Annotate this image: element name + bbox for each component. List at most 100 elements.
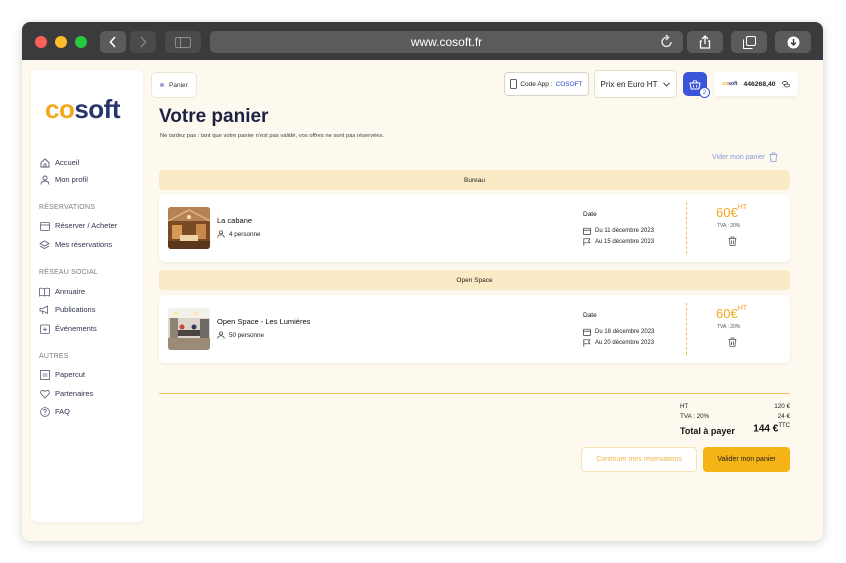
sidebar-item-reserver[interactable]: Réserver / Acheter xyxy=(39,220,117,231)
minimize-window-button[interactable] xyxy=(55,36,67,48)
sidebar-item-annuaire[interactable]: Annuaire xyxy=(39,286,85,297)
totals-divider xyxy=(159,393,790,394)
sidebar-item-mes-reservations[interactable]: Mes réservations xyxy=(39,239,112,250)
megaphone-icon xyxy=(39,304,50,315)
clear-cart-label: Vider mon panier xyxy=(712,153,766,161)
share-icon xyxy=(699,35,711,49)
category-label: Bureau xyxy=(464,176,485,184)
calendar-icon xyxy=(583,328,591,336)
ht-label: HT xyxy=(680,403,689,410)
divider xyxy=(686,303,687,355)
tva-value: 24 € xyxy=(777,413,790,420)
remove-item-button[interactable] xyxy=(728,233,737,251)
browser-window: www.cosoft.fr cosoft Accueil Mon profil … xyxy=(22,22,823,541)
date-label: Date xyxy=(583,312,597,319)
downloads-button[interactable] xyxy=(775,31,811,53)
tabs-button[interactable] xyxy=(731,31,767,53)
sidebar-item-label: Mon profil xyxy=(55,175,88,184)
close-window-button[interactable] xyxy=(35,36,47,48)
flag-icon xyxy=(583,339,591,347)
page-title: Votre panier xyxy=(159,106,269,127)
capacity-text: 50 personne xyxy=(229,331,265,339)
sidebar-toggle-button[interactable] xyxy=(165,31,201,53)
clear-cart-link[interactable]: Vider mon panier xyxy=(712,152,778,162)
user-icon xyxy=(217,230,225,238)
reload-icon[interactable] xyxy=(661,34,673,51)
credits-balance[interactable]: cosoft 446268,40 xyxy=(714,72,798,96)
trash-icon xyxy=(769,152,778,162)
forward-button[interactable] xyxy=(130,31,156,53)
remove-item-button[interactable] xyxy=(728,334,737,352)
breadcrumb-label: Panier xyxy=(169,81,188,89)
sidebar-section-reservations: RÉSERVATIONS xyxy=(39,204,96,211)
date-label: Date xyxy=(583,211,597,218)
sidebar-item-mon-profil[interactable]: Mon profil xyxy=(39,174,88,185)
breadcrumb[interactable]: Panier xyxy=(151,72,197,98)
sidebar-section-reseau-social: RÉSEAU SOCIAL xyxy=(39,269,99,276)
share-button[interactable] xyxy=(687,31,723,53)
price-mode-select[interactable]: Prix en Euro HT xyxy=(594,70,677,98)
total-label: Total à payer xyxy=(680,426,735,436)
chevron-right-icon xyxy=(140,36,147,48)
credits-value: 446268,40 xyxy=(743,80,776,88)
sidebar-item-label: Papercut xyxy=(55,370,86,379)
sidebar-item-label: Publications xyxy=(55,305,96,314)
continue-reservations-button[interactable]: Continuer mes réservations xyxy=(581,447,697,472)
chevron-down-icon xyxy=(663,81,671,87)
category-header-bureau: Bureau xyxy=(159,170,790,190)
coins-icon xyxy=(781,80,790,87)
calendar-icon xyxy=(583,227,591,235)
address-bar[interactable]: www.cosoft.fr xyxy=(210,31,683,53)
code-app-brand: COSOFT xyxy=(555,80,583,88)
item-name: La cabane xyxy=(217,216,253,225)
category-label: Open Space xyxy=(456,276,493,284)
calendar-icon xyxy=(39,220,50,231)
cart-item-la-cabane: La cabane 4 personne Date Du 11 décembre… xyxy=(159,194,790,262)
space-thumbnail xyxy=(168,308,210,350)
sidebar-item-label: Mes réservations xyxy=(55,240,113,249)
divider xyxy=(686,202,687,254)
sidebar-item-accueil[interactable]: Accueil xyxy=(39,157,79,168)
validate-cart-button[interactable]: Valider mon panier xyxy=(703,447,790,472)
tabs-icon xyxy=(742,35,756,49)
sidebar-item-papercut[interactable]: Papercut xyxy=(39,369,85,380)
sidebar: cosoft Accueil Mon profil RÉSERVATIONS R… xyxy=(31,70,143,522)
flag-icon xyxy=(583,238,591,246)
sidebar-item-partenaires[interactable]: Partenaires xyxy=(39,388,93,399)
code-app-label: Code App : xyxy=(520,80,553,88)
breadcrumb-dot xyxy=(160,83,164,87)
question-icon xyxy=(39,406,50,417)
back-button[interactable] xyxy=(100,31,126,53)
category-header-open-space: Open Space xyxy=(159,270,790,290)
code-app-button[interactable]: Code App : COSOFT xyxy=(504,72,589,96)
date-start-text: Du 11 décembre 2023 xyxy=(595,228,654,234)
sidebar-item-label: Partenaires xyxy=(55,389,94,398)
layers-icon xyxy=(39,239,50,250)
book-icon xyxy=(39,286,50,297)
sidebar-item-label: Annuaire xyxy=(55,287,86,296)
price-mode-value: Prix en Euro HT xyxy=(600,79,658,89)
url-text: www.cosoft.fr xyxy=(410,35,483,49)
sidebar-item-publications[interactable]: Publications xyxy=(39,304,95,315)
capacity-text: 4 personne xyxy=(229,230,261,238)
date-end-text: Au 15 décembre 2023 xyxy=(595,239,655,245)
sidebar-item-label: Événements xyxy=(55,324,97,333)
sidebar-item-faq[interactable]: FAQ xyxy=(39,406,70,417)
basket-count-badge: 2 xyxy=(699,87,710,98)
sidebar-icon xyxy=(175,36,191,48)
user-icon xyxy=(217,331,225,339)
sidebar-item-label: FAQ xyxy=(55,407,71,416)
phone-icon xyxy=(510,79,518,89)
cosoft-logo[interactable]: cosoft xyxy=(45,94,121,125)
date-start-text: Du 18 décembre 2023 xyxy=(595,329,655,335)
chevron-left-icon xyxy=(109,36,116,48)
user-icon xyxy=(39,174,50,185)
item-tva: TVA : 20% xyxy=(717,223,741,229)
sidebar-item-evenements[interactable]: Événements xyxy=(39,323,97,334)
maximize-window-button[interactable] xyxy=(75,36,87,48)
heart-icon xyxy=(39,388,50,399)
sidebar-item-label: Accueil xyxy=(55,158,80,167)
trash-icon xyxy=(728,337,737,347)
item-capacity: 4 personne xyxy=(217,230,261,238)
trash-icon xyxy=(728,236,737,246)
